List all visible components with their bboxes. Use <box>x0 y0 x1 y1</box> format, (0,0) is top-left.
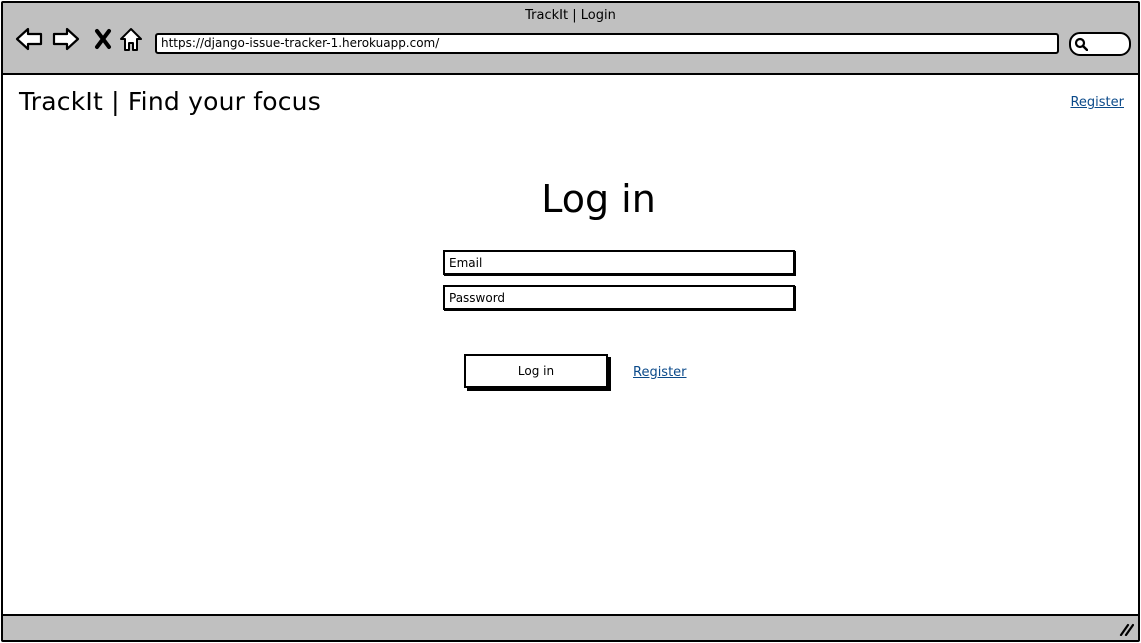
home-button[interactable] <box>117 25 145 53</box>
password-field[interactable] <box>443 285 795 310</box>
browser-chrome: TrackIt | Login https://django-issue-tra… <box>3 3 1138 75</box>
address-bar[interactable]: https://django-issue-tracker-1.herokuapp… <box>155 33 1059 54</box>
window-title: TrackIt | Login <box>525 8 616 23</box>
status-bar <box>3 614 1138 640</box>
forward-arrow-icon <box>52 27 80 51</box>
resize-grip-icon[interactable] <box>1118 622 1134 636</box>
email-input[interactable] <box>449 252 793 273</box>
forward-button[interactable] <box>52 25 80 53</box>
browser-window: TrackIt | Login https://django-issue-tra… <box>1 1 1140 642</box>
header-register-link[interactable]: Register <box>1070 95 1124 110</box>
stop-button[interactable] <box>89 25 117 53</box>
login-button[interactable]: Log in <box>464 354 608 388</box>
back-button[interactable] <box>15 25 43 53</box>
page-title: Log in <box>541 177 656 221</box>
browser-search-box[interactable] <box>1069 32 1131 56</box>
site-title: TrackIt | Find your focus <box>19 87 321 116</box>
close-x-icon <box>95 29 111 49</box>
password-input[interactable] <box>449 287 793 308</box>
home-icon <box>120 28 142 51</box>
search-icon <box>1074 37 1088 51</box>
register-link[interactable]: Register <box>633 365 687 380</box>
email-field[interactable] <box>443 250 795 275</box>
back-arrow-icon <box>15 27 43 51</box>
